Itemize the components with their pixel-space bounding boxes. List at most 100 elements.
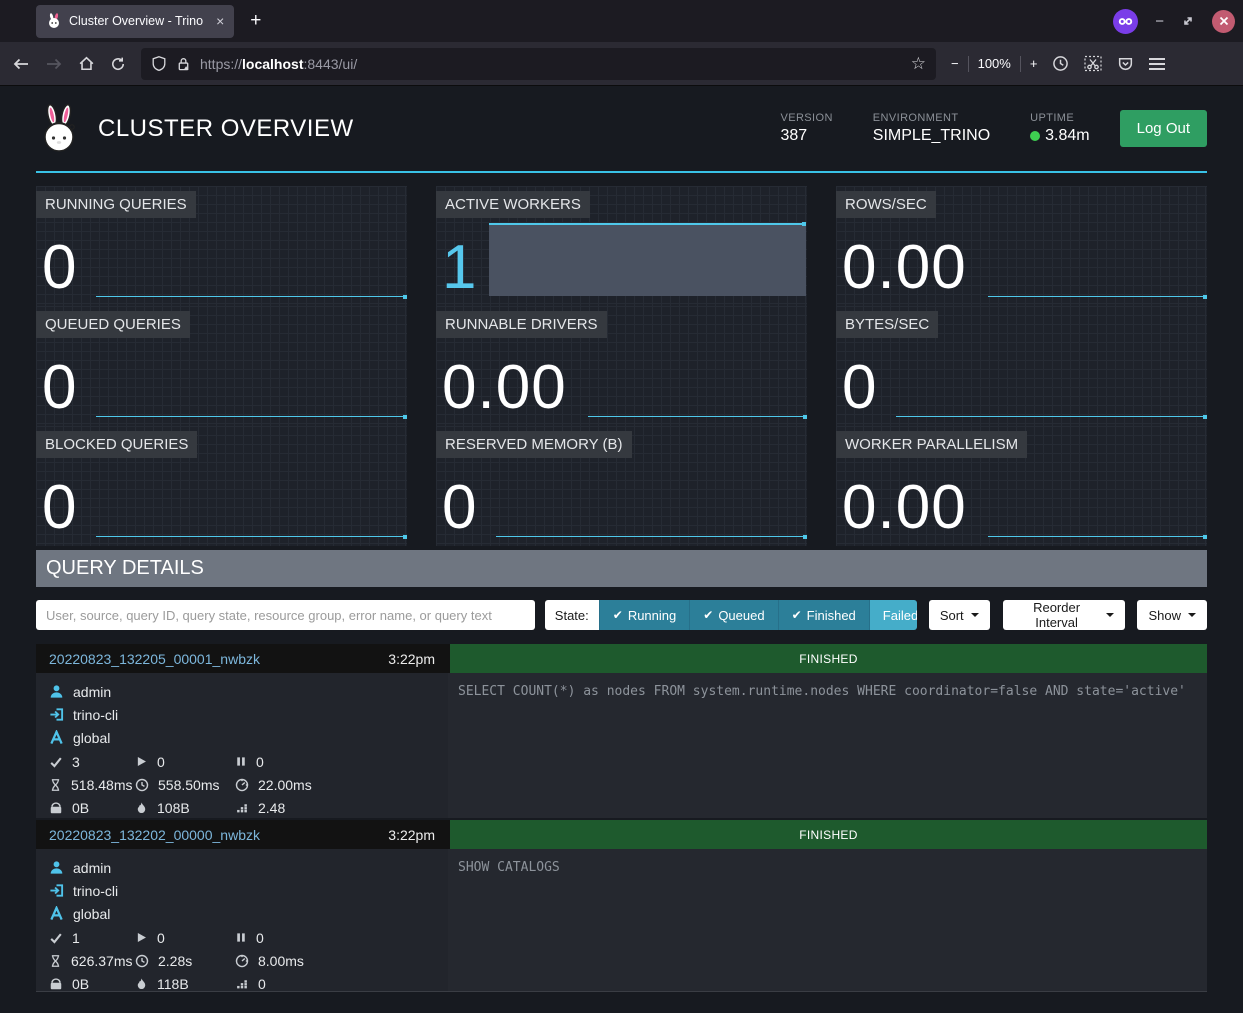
user-icon bbox=[49, 684, 64, 699]
query-user: admin bbox=[49, 856, 448, 879]
state-filter-running[interactable]: ✔ Running bbox=[599, 600, 690, 630]
stat-value: 0.00 bbox=[842, 239, 967, 298]
stat-label: ACTIVE WORKERS bbox=[436, 191, 590, 218]
state-filter-failed[interactable]: Failed bbox=[869, 600, 917, 630]
sparkline bbox=[988, 536, 1206, 537]
history-clock-icon[interactable] bbox=[1052, 55, 1069, 72]
query-filter-toolbar: State: ✔ Running ✔ Queued ✔ Finished Fai… bbox=[36, 600, 1207, 630]
query-status-bar: FINISHED bbox=[448, 820, 1207, 849]
stat-value: 0 bbox=[42, 359, 77, 418]
menu-hamburger-icon[interactable] bbox=[1149, 58, 1165, 70]
stat-value: 0 bbox=[42, 479, 77, 538]
status-badge: FINISHED bbox=[799, 652, 857, 666]
reload-icon[interactable] bbox=[110, 56, 126, 72]
bookmark-star-icon[interactable]: ☆ bbox=[911, 54, 926, 74]
stat-label: RUNNABLE DRIVERS bbox=[436, 311, 607, 338]
trino-bunny-logo bbox=[36, 105, 82, 153]
elapsed-time: 558.50ms bbox=[135, 773, 235, 796]
show-button[interactable]: Show bbox=[1137, 600, 1207, 630]
sparkline bbox=[988, 296, 1206, 297]
pocket-icon[interactable] bbox=[1117, 55, 1134, 72]
query-time: 3:22pm bbox=[388, 651, 435, 667]
clock-icon bbox=[135, 778, 149, 792]
play-icon bbox=[135, 931, 148, 944]
sparkline-dot bbox=[802, 222, 806, 226]
version-meta: VERSION 387 bbox=[780, 112, 832, 145]
sparkline bbox=[588, 416, 806, 417]
query-source: trino-cli bbox=[49, 879, 448, 902]
zoom-in-button[interactable]: + bbox=[1030, 56, 1038, 71]
check-icon: ✔ bbox=[792, 608, 802, 622]
separator bbox=[1020, 56, 1021, 72]
stat-label: RUNNING QUERIES bbox=[36, 191, 196, 218]
query-user: admin bbox=[49, 680, 448, 703]
window-restore-button[interactable] bbox=[1181, 14, 1195, 28]
url-bar[interactable]: https://localhost:8443/ui/ ☆ bbox=[141, 48, 936, 80]
cpu-time: 8.00ms bbox=[235, 949, 448, 972]
completed-splits: 3 bbox=[49, 750, 135, 773]
cluster-stats-grid: RUNNING QUERIES 0 ACTIVE WORKERS 1 ROWS/… bbox=[36, 186, 1207, 546]
forward-icon[interactable] bbox=[45, 56, 63, 72]
browser-navbar: https://localhost:8443/ui/ ☆ − 100% + bbox=[0, 42, 1243, 86]
reorder-interval-button[interactable]: Reorder Interval bbox=[1003, 600, 1126, 630]
pause-icon bbox=[235, 931, 247, 944]
lock-warning-icon[interactable] bbox=[176, 56, 191, 72]
check-icon: ✔ bbox=[703, 608, 713, 622]
stat-value: 1 bbox=[442, 239, 477, 298]
stat-value: 0.00 bbox=[842, 479, 967, 538]
query-id-link[interactable]: 20220823_132202_00000_nwbzk bbox=[49, 827, 260, 843]
gauge-icon bbox=[235, 954, 249, 968]
back-icon[interactable] bbox=[12, 56, 30, 72]
new-tab-button[interactable]: + bbox=[250, 10, 261, 32]
queued-splits: 0 bbox=[235, 926, 448, 949]
sort-button[interactable]: Sort bbox=[929, 600, 990, 630]
query-id-link[interactable]: 20220823_132205_00001_nwbzk bbox=[49, 651, 260, 667]
gauge-icon bbox=[235, 778, 249, 792]
zoom-out-button[interactable]: − bbox=[951, 56, 959, 71]
completed-splits: 1 bbox=[49, 926, 135, 949]
query-header-bar: 20220823_132202_00000_nwbzk 3:22pm bbox=[36, 820, 448, 849]
browser-titlebar: Cluster Overview - Trino × + − bbox=[0, 0, 1243, 42]
window-close-button[interactable] bbox=[1212, 10, 1235, 33]
chevron-down-icon bbox=[971, 613, 979, 617]
pause-icon bbox=[235, 755, 247, 768]
state-filter-finished[interactable]: ✔ Finished bbox=[778, 600, 869, 630]
screenshot-scissors-icon[interactable] bbox=[1084, 55, 1102, 72]
sparkline-dot bbox=[1203, 415, 1207, 419]
stat-card-bytes-sec: BYTES/SEC 0 bbox=[836, 306, 1207, 426]
current-memory: 0B bbox=[49, 796, 135, 819]
query-search-input[interactable] bbox=[36, 600, 535, 630]
uptime-meta: UPTIME 3.84m bbox=[1030, 112, 1089, 145]
query-row: 20220823_132205_00001_nwbzk 3:22pm FINIS… bbox=[36, 644, 1207, 818]
hourglass-icon bbox=[49, 954, 62, 968]
browser-tab[interactable]: Cluster Overview - Trino × bbox=[36, 5, 234, 38]
query-source: trino-cli bbox=[49, 703, 448, 726]
state-filter-queued[interactable]: ✔ Queued bbox=[689, 600, 777, 630]
home-icon[interactable] bbox=[78, 55, 95, 72]
wall-time: 518.48ms bbox=[49, 773, 135, 796]
sparkline bbox=[896, 416, 1206, 417]
wall-time: 626.37ms bbox=[49, 949, 135, 972]
scale-icon bbox=[49, 977, 63, 991]
stat-card-reserved-memory: RESERVED MEMORY (B) 0 bbox=[436, 426, 807, 546]
tab-close-icon[interactable]: × bbox=[216, 13, 224, 29]
page-title: CLUSTER OVERVIEW bbox=[98, 115, 354, 143]
window-minimize-button[interactable]: − bbox=[1155, 13, 1164, 30]
separator bbox=[968, 56, 969, 72]
query-details-header: QUERY DETAILS bbox=[36, 550, 1207, 587]
shield-icon[interactable] bbox=[151, 55, 167, 72]
logout-button[interactable]: Log Out bbox=[1120, 110, 1207, 147]
cumulative-memory: 2.48 bbox=[235, 796, 448, 819]
check-icon bbox=[49, 931, 63, 945]
state-filter-group: State: ✔ Running ✔ Queued ✔ Finished Fai… bbox=[545, 600, 917, 630]
check-icon: ✔ bbox=[613, 608, 623, 622]
environment-meta: ENVIRONMENT SIMPLE_TRINO bbox=[873, 112, 990, 145]
elapsed-time: 2.28s bbox=[135, 949, 235, 972]
stat-label: ROWS/SEC bbox=[836, 191, 936, 218]
stat-value: 0 bbox=[42, 239, 77, 298]
running-splits: 0 bbox=[135, 750, 235, 773]
url-text: https://localhost:8443/ui/ bbox=[200, 56, 357, 72]
peak-memory: 118B bbox=[135, 972, 235, 995]
stat-label: QUEUED QUERIES bbox=[36, 311, 190, 338]
zoom-level[interactable]: 100% bbox=[978, 56, 1011, 71]
